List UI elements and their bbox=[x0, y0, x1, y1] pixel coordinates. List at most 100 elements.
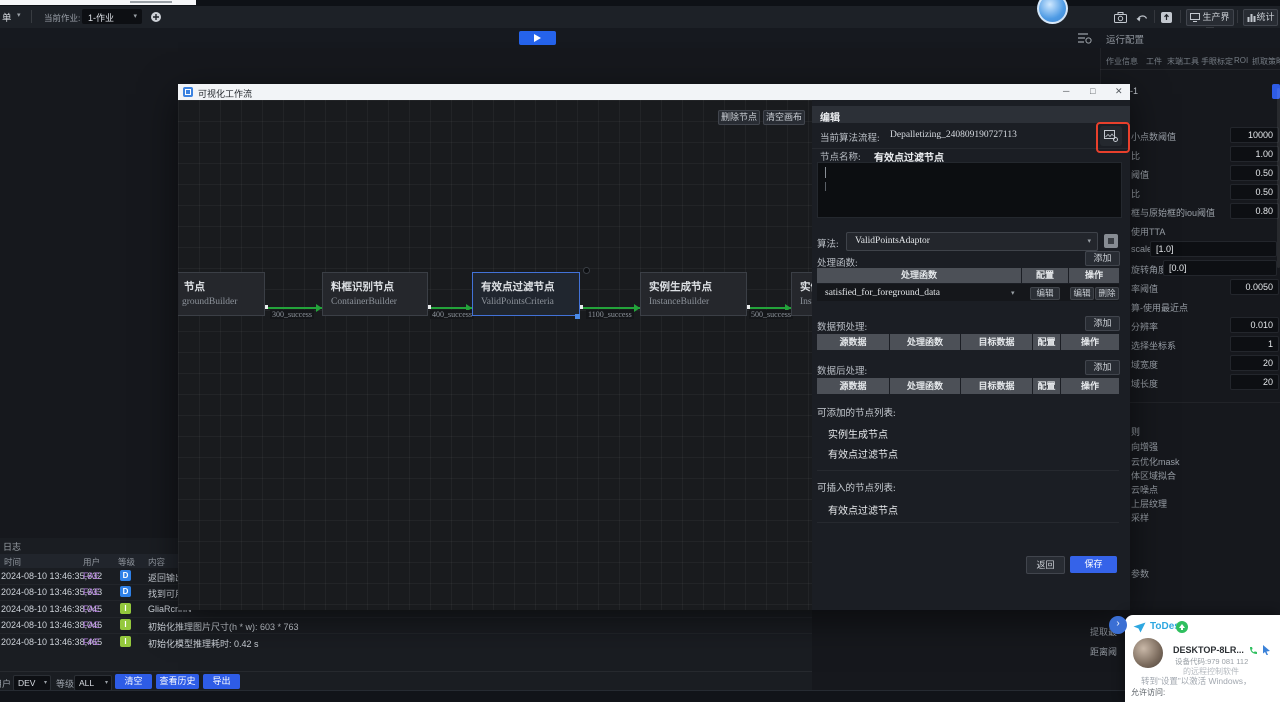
param-label: 小点数阈值 bbox=[1131, 130, 1176, 143]
param-input-rotation[interactable]: [0.0] bbox=[1163, 260, 1277, 276]
log-level-filter-dropdown[interactable]: ALL ▾ bbox=[74, 675, 112, 690]
tab-hand-eye[interactable]: 手眼标定 bbox=[1201, 56, 1233, 67]
add-preprocess-button[interactable]: 添加 bbox=[1085, 316, 1120, 331]
menu-dropdown[interactable]: 单 bbox=[2, 10, 12, 24]
param-input[interactable]: 0.010 bbox=[1230, 317, 1279, 333]
algorithm-dropdown[interactable]: ValidPointsAdaptor ▾ bbox=[846, 232, 1098, 251]
dialog-titlebar[interactable]: 可视化工作流 ─ □ ✕ bbox=[178, 84, 1130, 100]
log-col-time: 时间 bbox=[4, 556, 21, 568]
delete-node-button[interactable]: 删除节点 bbox=[718, 110, 760, 125]
param-label: 域长度 bbox=[1131, 377, 1158, 390]
param-label-rotation: 旋转角度 bbox=[1131, 263, 1167, 276]
param-input[interactable]: 1.00 bbox=[1230, 146, 1279, 162]
current-job-label: 当前作业: bbox=[44, 12, 80, 24]
workflow-node-instance[interactable]: 实例生成节点 InstanceBuilder bbox=[640, 272, 747, 316]
log-clear-button[interactable]: 清空 bbox=[115, 674, 152, 689]
divider bbox=[31, 10, 32, 23]
filter-settings-icon[interactable] bbox=[1077, 32, 1092, 44]
config-edit-button[interactable]: 编辑 bbox=[1030, 287, 1060, 300]
save-button[interactable]: 保存 bbox=[1070, 556, 1117, 573]
tab-roi[interactable]: ROI bbox=[1234, 56, 1248, 65]
chevron-down-icon[interactable]: ▾ bbox=[1011, 289, 1015, 297]
log-col-user: 用户 bbox=[83, 556, 100, 568]
param-input[interactable]: 10000 bbox=[1230, 127, 1279, 143]
log-history-button[interactable]: 查看历史 bbox=[156, 674, 199, 689]
todesk-window: ToDesk DESKTOP-8LR... 设备代码:979 081 112 的… bbox=[1125, 615, 1280, 702]
cursor-icon[interactable] bbox=[1262, 645, 1271, 655]
log-user: FAE bbox=[83, 587, 100, 597]
clear-canvas-button[interactable]: 清空画布 bbox=[763, 110, 805, 125]
log-row[interactable]: 2024-08-10 13:46:38,465 FAE I 初始化模型推理耗时:… bbox=[0, 634, 812, 650]
insertable-node-item[interactable]: 有效点过滤节点 bbox=[828, 502, 898, 517]
node-port-handle[interactable] bbox=[575, 314, 580, 319]
col-func: 处理函数 bbox=[890, 334, 960, 350]
add-postprocess-button[interactable]: 添加 bbox=[1085, 360, 1120, 375]
tab-workpiece[interactable]: 工件 bbox=[1146, 56, 1162, 67]
op-edit-button[interactable]: 编辑 bbox=[1070, 287, 1094, 300]
phone-icon[interactable] bbox=[1249, 646, 1258, 655]
node-description-textarea[interactable] bbox=[817, 162, 1122, 218]
play-button[interactable] bbox=[519, 31, 556, 45]
edge-label: 500_success bbox=[749, 310, 793, 319]
stats-button[interactable]: 统计 bbox=[1243, 9, 1278, 26]
option-label: 则 bbox=[1131, 425, 1140, 438]
workflow-node-validpoints-selected[interactable]: 有效点过滤节点 ValidPointsCriteria bbox=[472, 272, 580, 316]
highlight-red-box bbox=[1096, 122, 1130, 153]
param-input-scale[interactable]: [1.0] bbox=[1150, 241, 1277, 257]
todesk-logo-icon bbox=[1133, 622, 1146, 633]
param-label-scale: scale bbox=[1131, 244, 1152, 254]
close-icon[interactable]: ✕ bbox=[1115, 86, 1123, 97]
algorithm-label: 算法: bbox=[817, 236, 839, 250]
export-box-icon[interactable] bbox=[1160, 11, 1173, 24]
chevron-down-icon[interactable]: ▾ bbox=[17, 11, 21, 19]
avatar bbox=[1133, 638, 1163, 668]
edge-label: 300_success bbox=[270, 310, 314, 319]
tab-end-tool[interactable]: 末端工具 bbox=[1167, 56, 1199, 67]
run-bar: 运行配置 bbox=[0, 28, 1280, 48]
addable-node-item[interactable]: 有效点过滤节点 bbox=[828, 446, 898, 461]
param-input[interactable]: 0.0050 bbox=[1230, 279, 1279, 295]
add-process-func-button[interactable]: 添加 bbox=[1085, 251, 1120, 266]
param-input[interactable]: 1 bbox=[1230, 336, 1279, 352]
param-input[interactable]: 0.50 bbox=[1230, 184, 1279, 200]
table-row[interactable]: satisfied_for_foreground_data ▾ 编辑 编辑 删除 bbox=[817, 284, 1119, 301]
maximize-icon[interactable]: □ bbox=[1090, 86, 1095, 96]
flow-value: Depalletizing_240809190727113 bbox=[890, 130, 1017, 140]
todesk-expand-button[interactable]: › bbox=[1109, 616, 1127, 634]
log-row[interactable]: 2024-08-10 13:46:38,046 FAE I 初始化推理图片尺寸(… bbox=[0, 617, 812, 634]
node-subtitle: Inst bbox=[800, 297, 812, 307]
todesk-upgrade-icon[interactable] bbox=[1176, 621, 1188, 633]
param-input[interactable]: 20 bbox=[1230, 374, 1279, 390]
param-input[interactable]: 0.50 bbox=[1230, 165, 1279, 181]
add-job-icon[interactable] bbox=[150, 11, 162, 23]
param-label: 算-使用最近点 bbox=[1131, 301, 1188, 314]
algorithm-config-button[interactable] bbox=[1104, 234, 1118, 248]
edit-panel: 编辑 当前算法流程: Depalletizing_240809190727113… bbox=[812, 100, 1130, 610]
log-user: FAE bbox=[83, 571, 100, 581]
workflow-node-clipped[interactable]: 实例 Inst bbox=[791, 272, 812, 316]
tab-grasp-strategy[interactable]: 抓取策略 bbox=[1252, 56, 1280, 67]
minimize-icon[interactable]: ─ bbox=[1063, 86, 1069, 96]
job-dropdown[interactable]: 1-作业 ▾ bbox=[82, 9, 142, 24]
camera-icon[interactable] bbox=[1114, 12, 1127, 23]
log-export-button[interactable]: 导出 bbox=[203, 674, 240, 689]
workflow-canvas[interactable]: 删除节点 清空画布 300_success 400_success 1100_s… bbox=[178, 100, 812, 610]
param-input[interactable]: 0.80 bbox=[1230, 203, 1279, 219]
param-label-tta: 使用TTA bbox=[1131, 225, 1165, 238]
production-view-button[interactable]: 生产界面 bbox=[1186, 9, 1234, 26]
log-user-filter-value: DEV bbox=[18, 678, 35, 688]
workflow-node-background[interactable]: 节点 groundBuilder bbox=[178, 272, 265, 316]
log-user: FAE bbox=[83, 620, 100, 630]
addable-node-item[interactable]: 实例生成节点 bbox=[828, 426, 888, 441]
algorithm-value: ValidPointsAdaptor bbox=[855, 236, 930, 246]
param-input[interactable]: 20 bbox=[1230, 355, 1279, 371]
tab-job-info[interactable]: 作业信息 bbox=[1106, 56, 1138, 67]
workflow-node-container[interactable]: 料框识别节点 ContainerBuilder bbox=[322, 272, 428, 316]
edge-connector bbox=[580, 307, 640, 309]
node-subtitle: ContainerBuilder bbox=[331, 297, 397, 307]
back-button[interactable]: 返回 bbox=[1026, 556, 1065, 574]
op-delete-button[interactable]: 删除 bbox=[1095, 287, 1119, 300]
workflow-dialog: 可视化工作流 ─ □ ✕ 删除节点 清空画布 300_success 400_s… bbox=[178, 84, 1130, 610]
undo-icon[interactable] bbox=[1136, 12, 1148, 23]
log-user-filter-dropdown[interactable]: DEV ▾ bbox=[13, 675, 51, 690]
